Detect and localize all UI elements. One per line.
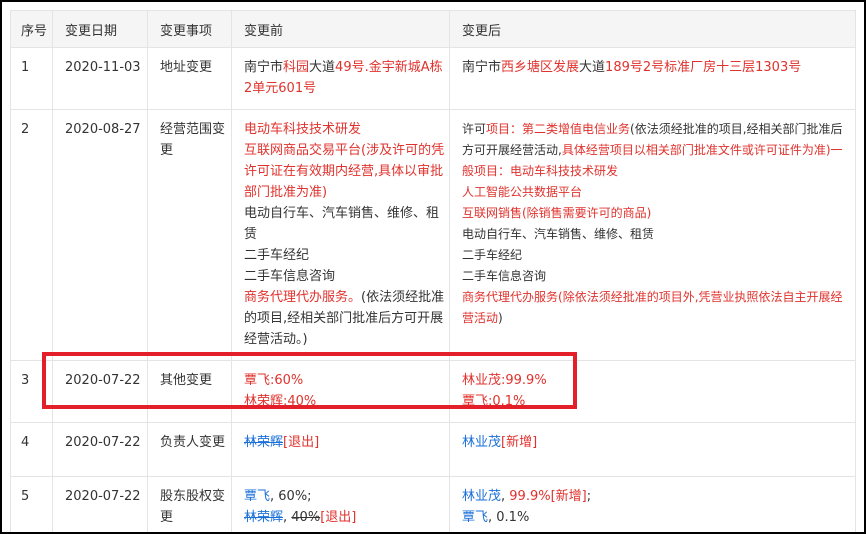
header-before: 变更前: [231, 10, 450, 48]
row-index: 2: [10, 109, 53, 361]
table-row: 3 2020-07-22 其他变更 覃飞:60% 林荣辉:40% 林业茂:99.…: [10, 360, 856, 423]
header-after: 变更后: [449, 10, 856, 48]
row-before: 覃飞:60% 林荣辉:40%: [231, 360, 450, 423]
table-row: 4 2020-07-22 负责人变更 林荣辉[退出] 林业茂[新增]: [10, 422, 856, 477]
person-link[interactable]: 覃飞: [462, 510, 488, 525]
change-record-panel: 序号 变更日期 变更事项 变更前 变更后 1 2020-11-03 地址变更 南…: [0, 0, 866, 534]
header-item: 变更事项: [147, 10, 232, 48]
row-index: 5: [10, 476, 53, 532]
row-index: 1: [10, 47, 53, 110]
row-after: 南宁市西乡塘区发展大道189号2号标准厂房十三层1303号: [449, 47, 856, 110]
row-item: 股东股权变更: [147, 476, 232, 532]
table-row: 5 2020-07-22 股东股权变更 覃飞, 60%; 林荣辉, 40%[退出…: [10, 476, 856, 532]
row-date: 2020-07-22: [52, 360, 148, 423]
person-link[interactable]: 林荣辉: [244, 510, 283, 525]
row-date: 2020-07-22: [52, 422, 148, 477]
row-before: 林荣辉[退出]: [231, 422, 450, 477]
row-item: 负责人变更: [147, 422, 232, 477]
row-date: 2020-11-03: [52, 47, 148, 110]
row-item: 其他变更: [147, 360, 232, 423]
row-before: 覃飞, 60%; 林荣辉, 40%[退出]: [231, 476, 450, 532]
row-after: 林业茂[新增]: [449, 422, 856, 477]
row-item: 经营范围变更: [147, 109, 232, 361]
person-link[interactable]: 林荣辉: [244, 435, 283, 450]
row-after: 林业茂, 99.9%[新增]; 覃飞, 0.1%: [449, 476, 856, 532]
row-before: 南宁市科园大道49号.金宇新城A栋2单元601号: [231, 47, 450, 110]
person-link[interactable]: 覃飞: [244, 489, 270, 504]
table-header-row: 序号 变更日期 变更事项 变更前 变更后: [10, 10, 856, 48]
row-index: 3: [10, 360, 53, 423]
header-date: 变更日期: [52, 10, 148, 48]
header-index: 序号: [10, 10, 53, 48]
row-date: 2020-07-22: [52, 476, 148, 532]
table-row: 2 2020-08-27 经营范围变更 电动车科技技术研发 互联网商品交易平台(…: [10, 109, 856, 361]
person-link[interactable]: 林业茂: [462, 435, 501, 450]
table-row: 1 2020-11-03 地址变更 南宁市科园大道49号.金宇新城A栋2单元60…: [10, 47, 856, 110]
person-link[interactable]: 林业茂: [462, 489, 501, 504]
row-after: 许可项目：第二类增值电信业务(依法须经批准的项目,经相关部门批准后方可开展经营活…: [449, 109, 856, 361]
row-date: 2020-08-27: [52, 109, 148, 361]
row-before: 电动车科技技术研发 互联网商品交易平台(涉及许可的凭许可证在有效期内经营,具体以…: [231, 109, 450, 361]
row-item: 地址变更: [147, 47, 232, 110]
row-index: 4: [10, 422, 53, 477]
row-after: 林业茂:99.9% 覃飞:0.1%: [449, 360, 856, 423]
change-record-table: 序号 变更日期 变更事项 变更前 变更后 1 2020-11-03 地址变更 南…: [10, 10, 856, 532]
